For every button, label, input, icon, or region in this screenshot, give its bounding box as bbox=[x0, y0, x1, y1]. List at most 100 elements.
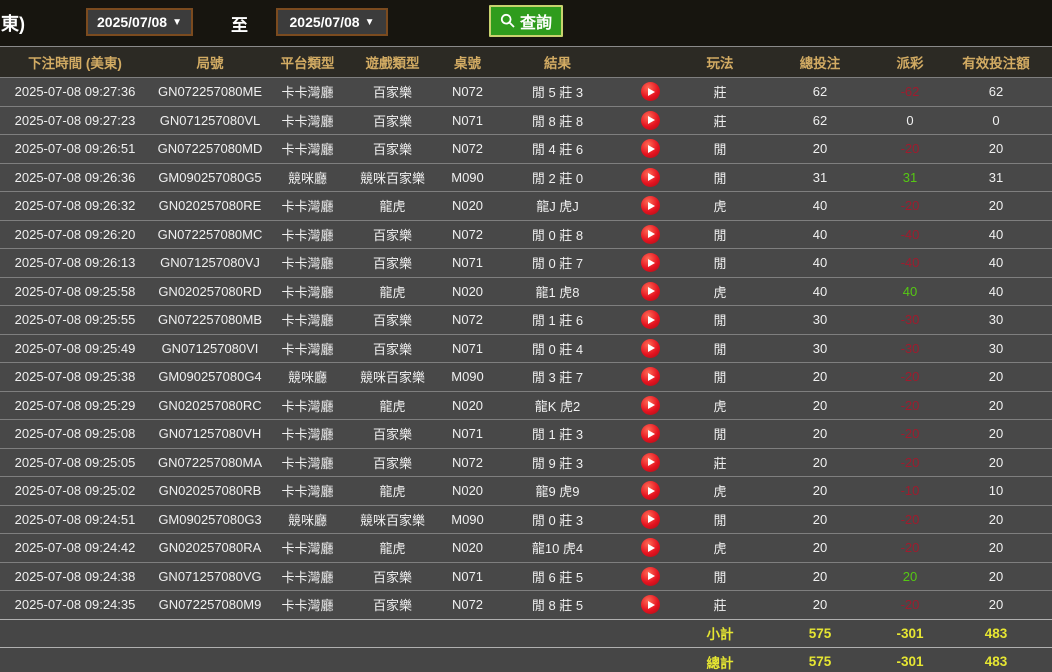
grand-total-payout: -301 bbox=[896, 654, 924, 670]
cell-table-number: N020 bbox=[451, 283, 484, 299]
table-row: 2025-07-08 09:25:05 GN072257080MA 卡卡灣廳 百… bbox=[0, 447, 1052, 476]
table-row: 2025-07-08 09:25:08 GN071257080VH 卡卡灣廳 百… bbox=[0, 419, 1052, 448]
cell-total-bet: 40 bbox=[812, 198, 828, 214]
replay-button[interactable] bbox=[640, 481, 660, 501]
cell-round-id: GM090257080G3 bbox=[158, 511, 262, 527]
grand-total-total-bet: 575 bbox=[808, 654, 832, 670]
cell-platform: 卡卡灣廳 bbox=[281, 284, 334, 300]
cell-replay bbox=[620, 367, 680, 387]
cell-payout: -20 bbox=[900, 369, 920, 385]
cell-table-number: N020 bbox=[451, 483, 484, 499]
cell-platform: 競咪廳 bbox=[287, 170, 327, 186]
table-row: 2025-07-08 09:26:32 GN020257080RE 卡卡灣廳 龍… bbox=[0, 191, 1052, 220]
cell-valid-bet: 20 bbox=[988, 511, 1004, 527]
cell-replay bbox=[620, 452, 680, 472]
replay-button[interactable] bbox=[640, 281, 660, 301]
cell-bet-time: 2025-07-08 09:27:36 bbox=[14, 84, 136, 100]
cell-round-id: GN020257080RD bbox=[158, 283, 262, 299]
cell-total-bet: 62 bbox=[812, 84, 828, 100]
cell-bet-time: 2025-07-08 09:25:49 bbox=[14, 340, 136, 356]
replay-button[interactable] bbox=[640, 224, 660, 244]
cell-game-type: 百家樂 bbox=[372, 455, 412, 471]
table-body: 2025-07-08 09:27:36 GN072257080ME 卡卡灣廳 百… bbox=[0, 77, 1052, 619]
bet-history-table: 下注時間 (美東) 局號 平台類型 遊戲類型 桌號 結果 玩法 總投注 派彩 有… bbox=[0, 46, 1052, 672]
cell-bet-time: 2025-07-08 09:25:08 bbox=[14, 426, 136, 442]
replay-button[interactable] bbox=[640, 595, 660, 615]
table-row: 2025-07-08 09:25:29 GN020257080RC 卡卡灣廳 龍… bbox=[0, 390, 1052, 419]
cell-valid-bet: 31 bbox=[988, 169, 1004, 185]
replay-button[interactable] bbox=[640, 424, 660, 444]
search-button[interactable]: 查詢 bbox=[489, 5, 564, 37]
cell-total-bet: 20 bbox=[812, 597, 828, 613]
replay-button[interactable] bbox=[640, 196, 660, 216]
replay-button[interactable] bbox=[640, 82, 660, 102]
cell-bet-time: 2025-07-08 09:26:36 bbox=[14, 169, 136, 185]
cell-platform: 卡卡灣廳 bbox=[281, 341, 334, 357]
cell-total-bet: 20 bbox=[812, 426, 828, 442]
cell-valid-bet: 20 bbox=[988, 568, 1004, 584]
table-row: 2025-07-08 09:26:20 GN072257080MC 卡卡灣廳 百… bbox=[0, 219, 1052, 248]
cell-game-type: 龍虎 bbox=[379, 484, 406, 500]
cell-total-bet: 20 bbox=[812, 141, 828, 157]
replay-button[interactable] bbox=[640, 167, 660, 187]
cell-bet-time: 2025-07-08 09:25:58 bbox=[14, 283, 136, 299]
cell-payout: -40 bbox=[900, 255, 920, 271]
cell-result: 閒 4 莊 6 bbox=[531, 142, 584, 158]
replay-button[interactable] bbox=[640, 338, 660, 358]
replay-button[interactable] bbox=[640, 452, 660, 472]
cell-result: 閒 0 莊 4 bbox=[531, 341, 584, 357]
date-to-picker[interactable]: 2025/07/08 ▼ bbox=[276, 8, 388, 36]
cell-result: 龍1 虎8 bbox=[535, 284, 580, 300]
cell-bet-type: 閒 bbox=[713, 256, 727, 272]
table-row: 2025-07-08 09:25:38 GM090257080G4 競咪廳 競咪… bbox=[0, 362, 1052, 391]
replay-button[interactable] bbox=[640, 367, 660, 387]
cell-payout: -30 bbox=[900, 340, 920, 356]
cell-bet-type: 閒 bbox=[713, 569, 727, 585]
replay-button[interactable] bbox=[640, 139, 660, 159]
header-game-type: 遊戲類型 bbox=[365, 56, 420, 71]
cell-platform: 卡卡灣廳 bbox=[281, 142, 334, 158]
cell-payout: -20 bbox=[900, 198, 920, 214]
cell-round-id: GN072257080MB bbox=[157, 312, 263, 328]
cell-bet-time: 2025-07-08 09:25:55 bbox=[14, 312, 136, 328]
cell-valid-bet: 30 bbox=[988, 312, 1004, 328]
cell-valid-bet: 20 bbox=[988, 597, 1004, 613]
replay-button[interactable] bbox=[640, 509, 660, 529]
cell-replay bbox=[620, 139, 680, 159]
replay-button[interactable] bbox=[640, 538, 660, 558]
cell-round-id: GN020257080RA bbox=[158, 540, 262, 556]
cell-valid-bet: 20 bbox=[988, 141, 1004, 157]
cell-replay bbox=[620, 167, 680, 187]
cell-bet-type: 莊 bbox=[713, 598, 727, 614]
play-icon bbox=[647, 258, 655, 267]
table-row: 2025-07-08 09:26:51 GN072257080MD 卡卡灣廳 百… bbox=[0, 134, 1052, 163]
replay-button[interactable] bbox=[640, 310, 660, 330]
cell-replay bbox=[620, 196, 680, 216]
table-header-row: 下注時間 (美東) 局號 平台類型 遊戲類型 桌號 結果 玩法 總投注 派彩 有… bbox=[0, 46, 1052, 77]
cell-valid-bet: 62 bbox=[988, 84, 1004, 100]
cell-platform: 卡卡灣廳 bbox=[281, 256, 334, 272]
cell-table-number: M090 bbox=[451, 169, 484, 185]
cell-result: 閒 0 莊 7 bbox=[531, 256, 584, 272]
replay-button[interactable] bbox=[640, 253, 660, 273]
date-from-picker[interactable]: 2025/07/08 ▼ bbox=[86, 8, 193, 36]
replay-button[interactable] bbox=[640, 110, 660, 130]
cell-bet-time: 2025-07-08 09:25:38 bbox=[14, 369, 136, 385]
cell-payout: -20 bbox=[900, 454, 920, 470]
table-row: 2025-07-08 09:24:35 GN072257080M9 卡卡灣廳 百… bbox=[0, 590, 1052, 619]
cell-total-bet: 20 bbox=[812, 397, 828, 413]
cell-payout: -30 bbox=[900, 312, 920, 328]
play-icon bbox=[647, 173, 655, 182]
table-row: 2025-07-08 09:24:38 GN071257080VG 卡卡灣廳 百… bbox=[0, 561, 1052, 590]
cell-round-id: GN072257080ME bbox=[157, 84, 263, 100]
chevron-down-icon: ▼ bbox=[364, 16, 375, 28]
cell-game-type: 百家樂 bbox=[372, 569, 412, 585]
cell-result: 閒 1 莊 6 bbox=[531, 313, 584, 329]
cell-platform: 競咪廳 bbox=[287, 512, 327, 528]
replay-button[interactable] bbox=[640, 566, 660, 586]
cell-bet-type: 虎 bbox=[713, 398, 727, 414]
cell-game-type: 百家樂 bbox=[372, 142, 412, 158]
header-result: 結果 bbox=[544, 56, 571, 71]
replay-button[interactable] bbox=[640, 395, 660, 415]
cell-bet-time: 2025-07-08 09:26:20 bbox=[14, 226, 136, 242]
